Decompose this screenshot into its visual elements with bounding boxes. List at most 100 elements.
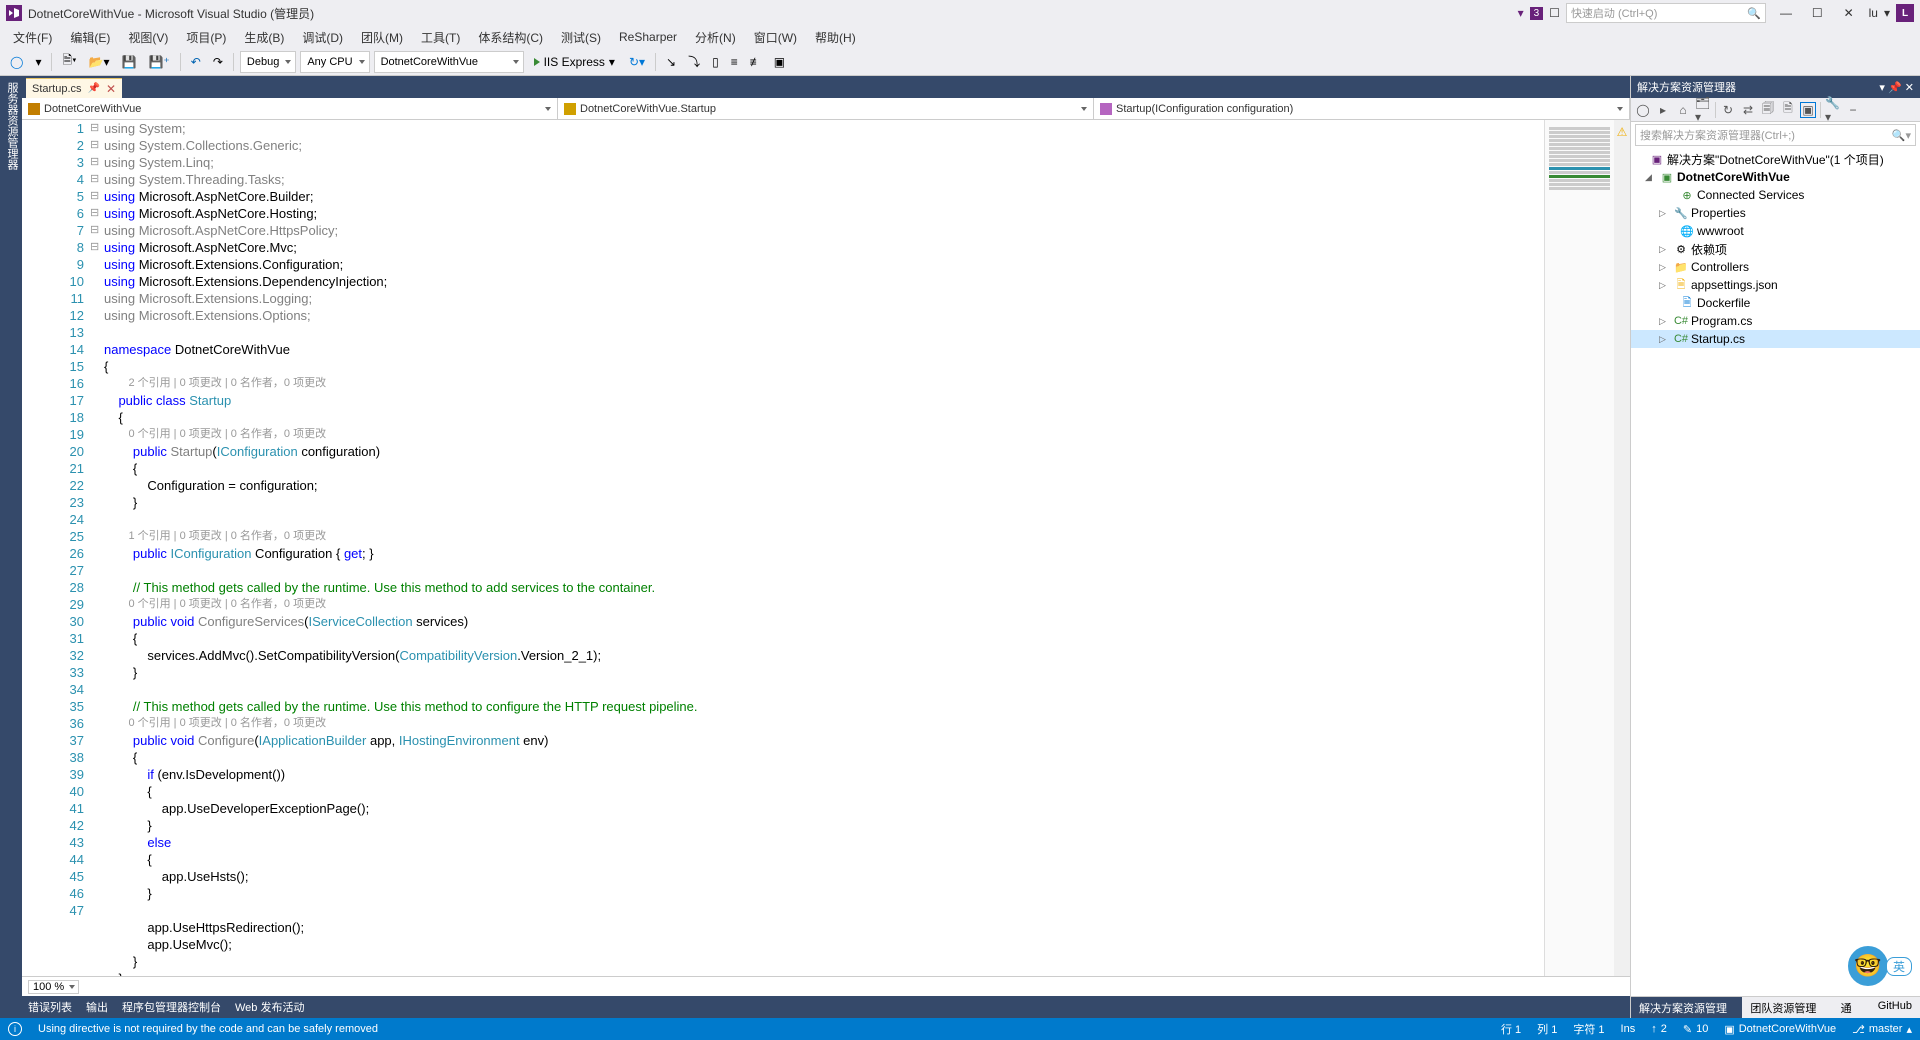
tab-pkgmgr-console[interactable]: 程序包管理器控制台: [122, 999, 221, 1015]
expand-icon[interactable]: ▷: [1659, 262, 1671, 273]
refresh-sol-icon[interactable]: ↻: [1720, 102, 1736, 118]
status-ins[interactable]: Ins: [1621, 1023, 1636, 1035]
panel-close-icon[interactable]: ✕: [1905, 82, 1914, 94]
tab-github[interactable]: GitHub: [1870, 997, 1920, 1018]
tree-appsettings[interactable]: ▷🗎appsettings.json: [1631, 276, 1920, 294]
user-label[interactable]: lu: [1869, 6, 1878, 20]
step-over-button[interactable]: ⤵: [684, 51, 704, 72]
notifications-badge[interactable]: 3: [1530, 7, 1544, 20]
step-into-button[interactable]: ↘: [662, 53, 680, 71]
nav-member-combo[interactable]: Startup(IConfiguration configuration): [1094, 98, 1630, 119]
code-minimap[interactable]: [1544, 120, 1614, 976]
status-line[interactable]: 行 1: [1501, 1021, 1521, 1037]
tab-team-explorer[interactable]: 团队资源管理器: [1742, 997, 1832, 1018]
status-push[interactable]: ↑2: [1651, 1023, 1667, 1035]
config-combo[interactable]: Debug: [240, 51, 296, 73]
menu-architecture[interactable]: 体系结构(C): [471, 26, 550, 49]
code-editor[interactable]: 123456789101112131415 1617 1819202122 23…: [22, 120, 1630, 976]
expand-icon[interactable]: ▷: [1659, 208, 1671, 219]
tree-project-node[interactable]: ◢▣DotnetCoreWithVue: [1631, 168, 1920, 186]
back-icon[interactable]: ◯: [1635, 102, 1651, 118]
nav-class-combo[interactable]: DotnetCoreWithVue.Startup: [558, 98, 1094, 119]
new-project-button[interactable]: 🗎▾: [58, 49, 80, 74]
solution-search-input[interactable]: 搜索解决方案资源管理器(Ctrl+;) 🔍▾: [1635, 124, 1916, 146]
expand-icon[interactable]: ▷: [1659, 244, 1671, 255]
feedback-icon[interactable]: ☐: [1549, 6, 1560, 20]
assistant-avatar[interactable]: 🤓 英: [1846, 944, 1912, 988]
pin-icon[interactable]: 📌: [88, 83, 100, 94]
tree-dockerfile[interactable]: 🗎Dockerfile: [1631, 294, 1920, 312]
close-button[interactable]: ✕: [1835, 3, 1863, 23]
panel-menu-icon[interactable]: ▾: [1879, 82, 1885, 94]
menu-file[interactable]: 文件(F): [6, 26, 59, 49]
run-button[interactable]: IIS Express▾: [528, 53, 621, 71]
properties-icon[interactable]: 🗎: [1780, 102, 1796, 118]
sync-icon[interactable]: 🗂▾: [1695, 102, 1711, 118]
menu-view[interactable]: 视图(V): [121, 26, 175, 49]
save-all-button[interactable]: 💾⁺: [144, 53, 173, 71]
tab-web-publish[interactable]: Web 发布活动: [235, 999, 304, 1015]
menu-project[interactable]: 项目(P): [179, 26, 233, 49]
nav-scope-combo[interactable]: DotnetCoreWithVue: [22, 98, 558, 119]
expand-icon[interactable]: ▷: [1659, 280, 1671, 291]
code-surface[interactable]: using System;using System.Collections.Ge…: [104, 120, 1544, 976]
show-all-icon[interactable]: 🗐: [1760, 102, 1776, 118]
tree-program[interactable]: ▷C#Program.cs: [1631, 312, 1920, 330]
wrench-icon[interactable]: 🔧▾: [1825, 102, 1841, 118]
minus-icon[interactable]: −: [1845, 102, 1861, 118]
open-button[interactable]: 📂▾: [85, 53, 114, 71]
minimize-button[interactable]: —: [1772, 3, 1800, 23]
menu-resharper[interactable]: ReSharper: [612, 27, 684, 47]
bookmark-button[interactable]: ▣: [770, 53, 789, 71]
quick-launch-input[interactable]: 快速启动 (Ctrl+Q) 🔍: [1566, 3, 1766, 23]
tree-connected-services[interactable]: ⊕Connected Services: [1631, 186, 1920, 204]
close-tab-icon[interactable]: ✕: [106, 82, 116, 96]
tab-error-list[interactable]: 错误列表: [28, 999, 72, 1015]
menu-help[interactable]: 帮助(H): [808, 26, 863, 49]
panel-title-bar[interactable]: 解决方案资源管理器 ▾ 📌 ✕: [1631, 76, 1920, 98]
undo-button[interactable]: ↶: [187, 53, 205, 71]
save-button[interactable]: 💾: [118, 53, 141, 71]
tree-controllers[interactable]: ▷📁Controllers: [1631, 258, 1920, 276]
tree-solution-node[interactable]: ▣解决方案"DotnetCoreWithVue"(1 个项目): [1631, 150, 1920, 168]
expand-icon[interactable]: ▷: [1659, 316, 1671, 327]
startup-project-combo[interactable]: DotnetCoreWithVue: [374, 51, 524, 73]
menu-tools[interactable]: 工具(T): [414, 26, 467, 49]
status-char[interactable]: 字符 1: [1573, 1021, 1604, 1037]
home-icon[interactable]: ⌂: [1675, 102, 1691, 118]
user-badge[interactable]: L: [1896, 4, 1914, 22]
notifications-flag-icon[interactable]: ▾: [1518, 6, 1524, 20]
status-branch[interactable]: ⎇master ▴: [1852, 1023, 1912, 1036]
tree-properties[interactable]: ▷🔧Properties: [1631, 204, 1920, 222]
nav-back-button[interactable]: ◯: [6, 53, 27, 71]
uncomment-button[interactable]: ≢: [746, 53, 766, 71]
fold-column[interactable]: ⊟ ⊟ ⊟ ⊟ ⊟ ⊟ ⊟ ⊟: [90, 120, 104, 976]
document-tab-startup[interactable]: Startup.cs 📌 ✕: [26, 78, 122, 98]
server-explorer-tab[interactable]: 服务器资源管理器: [4, 82, 20, 1012]
preview-icon[interactable]: ▣: [1800, 102, 1816, 118]
menu-team[interactable]: 团队(M): [354, 26, 410, 49]
user-menu-chevron-icon[interactable]: ▾: [1884, 6, 1890, 20]
zoom-combo[interactable]: 100 %: [28, 980, 79, 994]
menu-analyze[interactable]: 分析(N): [688, 26, 743, 49]
info-icon[interactable]: i: [8, 1022, 22, 1036]
redo-button[interactable]: ↷: [209, 53, 227, 71]
tree-wwwroot[interactable]: 🌐wwwroot: [1631, 222, 1920, 240]
menu-build[interactable]: 生成(B): [237, 26, 291, 49]
platform-combo[interactable]: Any CPU: [300, 51, 369, 73]
menu-window[interactable]: 窗口(W): [747, 26, 804, 49]
nav-forward-button[interactable]: ▾: [31, 53, 45, 71]
fwd-icon[interactable]: ▸: [1655, 102, 1671, 118]
vertical-scrollbar[interactable]: ⚠: [1614, 120, 1630, 976]
menu-debug[interactable]: 调试(D): [295, 26, 350, 49]
expand-icon[interactable]: ▷: [1659, 334, 1671, 345]
status-repo[interactable]: ▣DotnetCoreWithVue: [1724, 1023, 1836, 1036]
menu-test[interactable]: 测试(S): [554, 26, 608, 49]
solution-tree[interactable]: ▣解决方案"DotnetCoreWithVue"(1 个项目) ◢▣Dotnet…: [1631, 148, 1920, 996]
tab-solution-explorer[interactable]: 解决方案资源管理器: [1631, 997, 1742, 1018]
tree-startup[interactable]: ▷C#Startup.cs: [1631, 330, 1920, 348]
step-out-button[interactable]: ▯: [708, 53, 723, 71]
tab-output[interactable]: 输出: [86, 999, 108, 1015]
tree-dependencies[interactable]: ▷⚙依赖项: [1631, 240, 1920, 258]
tab-notifications[interactable]: 通知: [1833, 997, 1870, 1018]
